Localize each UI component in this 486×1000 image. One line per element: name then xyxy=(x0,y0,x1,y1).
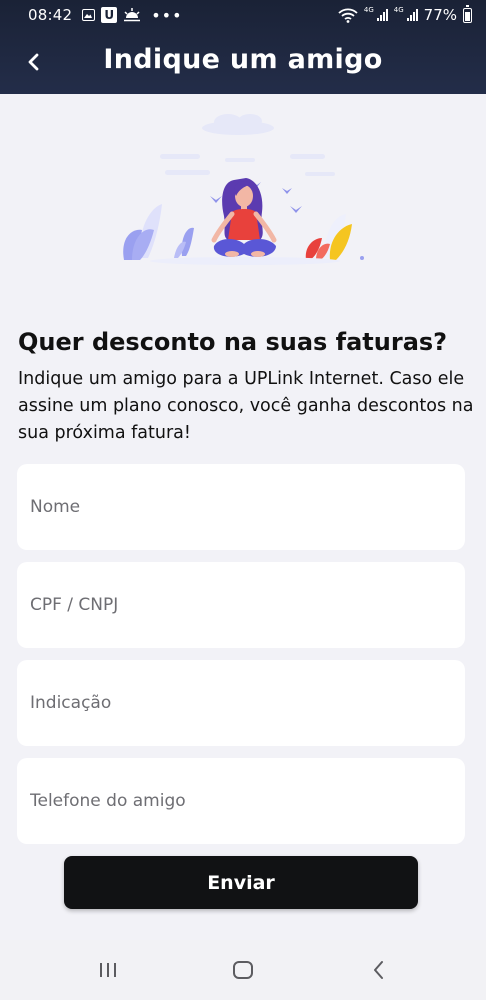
top-bar: 08:42 U ••• 4G 4G 77% Indique um amigo xyxy=(0,0,486,94)
home-icon xyxy=(233,961,253,979)
cpf-cnpj-input[interactable] xyxy=(30,595,465,615)
page-title: Indique um amigo xyxy=(103,44,383,75)
network-type-2: 4G xyxy=(393,6,404,14)
name-input[interactable] xyxy=(30,497,465,517)
status-bar: 08:42 U ••• 4G 4G 77% xyxy=(0,0,486,30)
phone-field[interactable] xyxy=(17,758,465,844)
u-app-icon: U xyxy=(101,7,118,23)
status-notification-icons: U ••• xyxy=(82,6,182,25)
document-field[interactable] xyxy=(17,562,465,648)
plants-right xyxy=(305,214,364,260)
status-time: 08:42 xyxy=(28,6,73,24)
meditating-woman-illustration xyxy=(123,114,364,265)
gallery-icon xyxy=(82,9,96,21)
signal-icon xyxy=(376,9,388,21)
more-dots-icon: ••• xyxy=(151,5,183,25)
referral-input[interactable] xyxy=(30,693,465,713)
weather-icon xyxy=(124,8,141,22)
plants-left xyxy=(123,204,194,260)
section-heading: Quer desconto na suas faturas? xyxy=(18,328,448,356)
network-type-1: 4G xyxy=(363,6,374,14)
app-bar: Indique um amigo xyxy=(0,30,486,94)
recent-apps-button[interactable] xyxy=(93,958,123,982)
system-navigation-bar xyxy=(0,940,486,1000)
battery-percentage: 77% xyxy=(423,6,457,24)
ground-shadow xyxy=(150,257,340,265)
home-button[interactable] xyxy=(228,958,258,982)
submit-button[interactable]: Enviar xyxy=(64,856,418,909)
signal-icon-2 xyxy=(406,9,418,21)
status-system-icons: 4G 4G 77% xyxy=(338,0,472,30)
battery-icon xyxy=(463,4,472,23)
system-back-button[interactable] xyxy=(364,958,394,982)
back-icon xyxy=(374,961,383,979)
wifi-icon xyxy=(338,8,358,23)
woman-figure xyxy=(211,178,277,257)
section-description: Indique um amigo para a UPLink Internet.… xyxy=(18,369,474,443)
phone-input[interactable] xyxy=(30,791,465,811)
cloud-shapes xyxy=(160,114,335,176)
referral-field[interactable] xyxy=(17,660,465,746)
name-field[interactable] xyxy=(17,464,465,550)
recent-apps-icon xyxy=(100,963,116,977)
